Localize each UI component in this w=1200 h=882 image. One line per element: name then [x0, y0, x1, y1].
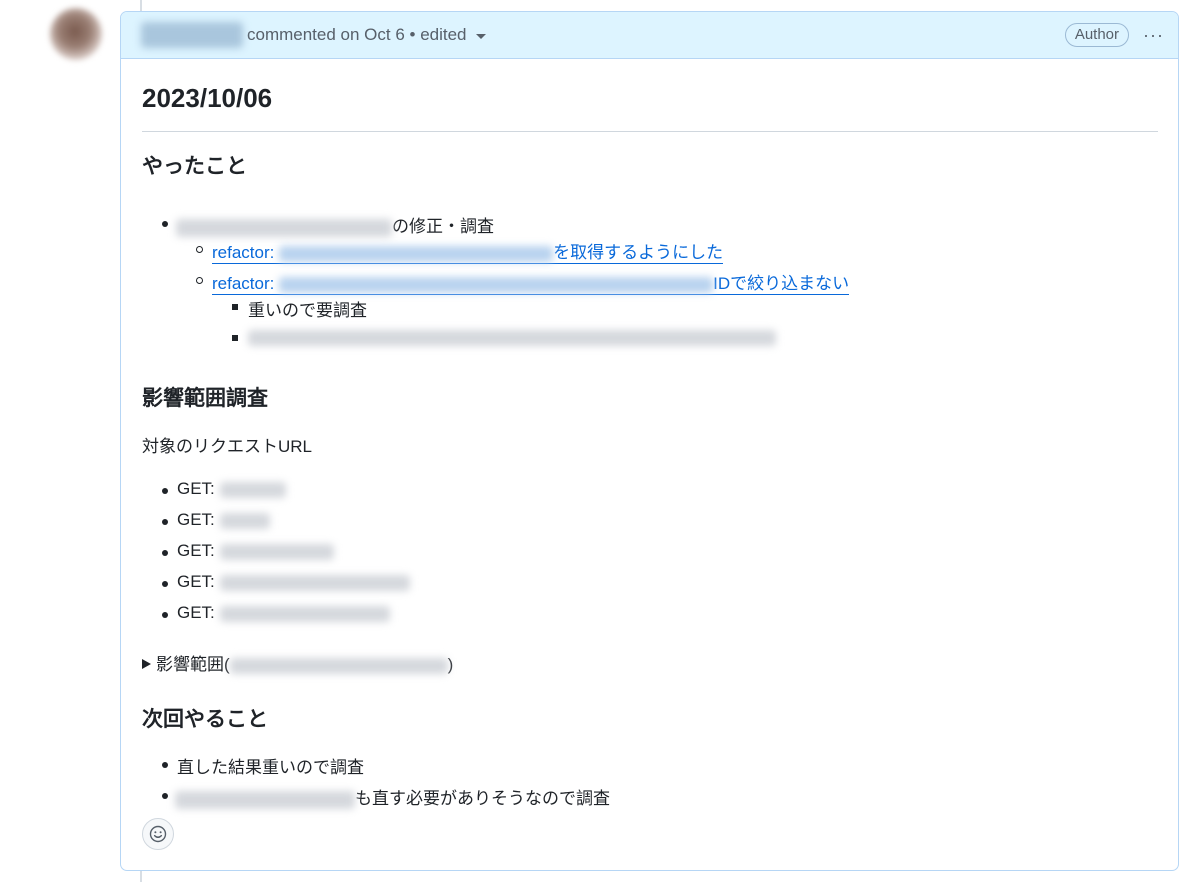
redacted-url [219, 481, 286, 498]
list-item: GET: [177, 510, 270, 530]
redacted-link-text [279, 245, 554, 262]
comment-action-text: commented on Oct 6 • edited [247, 25, 467, 44]
list-item: 直した結果重いので調査 [177, 758, 364, 777]
pr-link-2[interactable]: refactor: IDで絞り込まない [212, 274, 850, 295]
bullet-square-icon [232, 335, 238, 341]
list-item: GET: [177, 479, 286, 499]
pr-link-1[interactable]: refactor: を取得するようにした [212, 243, 724, 264]
list-item: も直す必要がありそうなので調査 [175, 784, 610, 809]
date-heading: 2023/10/06 [142, 83, 273, 113]
more-options-icon[interactable]: ··· [1143, 26, 1164, 44]
section-heading-impact: 影響範囲調査 [142, 387, 268, 410]
bullet-icon [162, 793, 168, 799]
list-item-link: refactor: IDで絞り込まない [212, 269, 850, 295]
get-label: GET: [177, 572, 215, 591]
link-prefix: refactor: [212, 274, 275, 293]
avatar[interactable] [50, 8, 102, 60]
list-item: GET: [177, 541, 334, 561]
list-item-link: refactor: を取得するようにした [212, 238, 724, 264]
heading-divider [142, 131, 1158, 132]
details-suffix: ) [447, 655, 454, 674]
get-label: GET: [177, 510, 215, 529]
redacted-text [175, 790, 355, 809]
caret-down-icon[interactable] [475, 34, 486, 39]
redacted-text [229, 657, 448, 674]
redacted-url [219, 543, 334, 560]
list-item-text: も直す必要がありそうなので調査 [355, 789, 610, 808]
bullet-icon [162, 519, 168, 525]
list-item: GET: [177, 572, 410, 592]
redacted-link-text [279, 276, 714, 293]
redacted-url [219, 512, 270, 529]
author-name-redacted[interactable] [141, 22, 243, 48]
section-heading-done: やったこと [142, 155, 247, 178]
list-item: の修正・調査 [176, 212, 494, 237]
comment-box: commented on Oct 6 • edited Author ··· 2… [120, 11, 1179, 871]
list-item [248, 327, 776, 347]
author-badge: Author [1064, 23, 1130, 47]
section-heading-next: 次回やること [142, 708, 268, 731]
link-suffix: IDで絞り込まない [713, 274, 850, 293]
get-label: GET: [177, 541, 215, 560]
link-prefix: refactor: [212, 243, 275, 262]
bullet-circle-icon [196, 277, 203, 284]
smiley-icon [149, 825, 167, 843]
redacted-text [248, 329, 776, 346]
bullet-icon [162, 612, 168, 618]
list-item: 重いので要調査 [248, 301, 367, 320]
bullet-circle-icon [196, 246, 203, 253]
add-reaction-button[interactable] [142, 818, 174, 850]
bullet-square-icon [232, 304, 238, 310]
details-prefix: 影響範囲( [156, 655, 230, 674]
link-suffix: を取得するようにした [553, 243, 724, 262]
get-label: GET: [177, 603, 215, 622]
bullet-icon [162, 488, 168, 494]
intro-text: 対象のリクエストURL [142, 437, 313, 456]
bullet-icon [162, 581, 168, 587]
bullet-icon [162, 550, 168, 556]
redacted-text [176, 218, 392, 237]
redacted-url [219, 574, 410, 591]
triangle-right-icon [142, 659, 151, 669]
redacted-url [219, 605, 390, 622]
bullet-icon [162, 762, 168, 768]
bullet-icon [162, 221, 168, 227]
list-item-text: の修正・調査 [392, 217, 494, 236]
list-item: GET: [177, 603, 390, 623]
get-label: GET: [177, 479, 215, 498]
comment-header: commented on Oct 6 • edited Author ··· [121, 12, 1178, 59]
details-summary[interactable]: 影響範囲() [142, 650, 453, 675]
